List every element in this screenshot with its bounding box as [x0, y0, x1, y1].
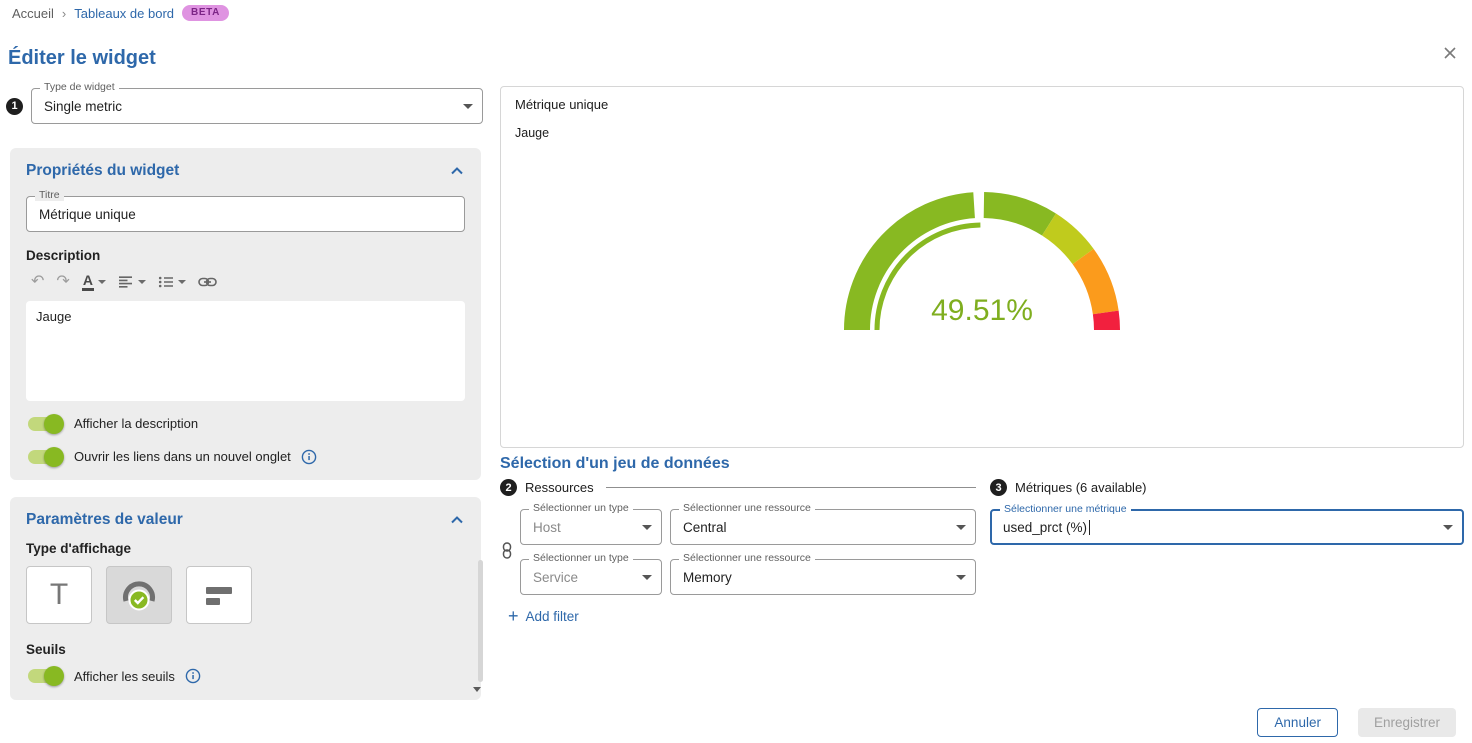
widget-preview-panel: Métrique unique Jauge 49.51% — [500, 86, 1464, 448]
add-filter-label: Add filter — [526, 609, 579, 624]
gauge-chart: 49.51% — [782, 170, 1182, 350]
chevron-down-icon — [138, 280, 146, 284]
properties-heading: Propriétés du widget — [26, 162, 179, 180]
metric-select[interactable]: Sélectionner une métrique used_prct (%) — [990, 509, 1464, 545]
widget-type-row: 1 Type de widget Single metric — [6, 88, 483, 124]
chevron-down-icon — [178, 280, 186, 284]
display-type-bar-tile[interactable] — [186, 566, 252, 624]
field-value: Service — [533, 570, 578, 585]
preview-description: Jauge — [515, 126, 1449, 140]
footer-actions: Annuler Enregistrer — [1257, 708, 1456, 737]
redo-icon[interactable]: ↷ — [51, 272, 74, 292]
display-type-text-tile[interactable]: T — [26, 566, 92, 624]
cancel-button[interactable]: Annuler — [1257, 708, 1338, 737]
display-type-options: T — [26, 566, 465, 624]
link-resources-icon[interactable] — [501, 542, 513, 559]
close-icon[interactable] — [1440, 43, 1460, 63]
description-editor[interactable]: Jauge — [26, 301, 465, 401]
resource-select-central[interactable]: Sélectionner une ressource Central — [670, 509, 976, 545]
resource-type-select-host[interactable]: Sélectionner un type Host — [520, 509, 662, 545]
chevron-down-icon — [956, 575, 966, 580]
info-icon[interactable] — [185, 668, 201, 684]
add-filter-button[interactable]: + Add filter — [508, 607, 976, 625]
field-label: Sélectionner un type — [529, 553, 633, 564]
widget-type-label: Type de widget — [40, 82, 119, 93]
breadcrumb: Accueil › Tableaux de bord BETA — [12, 5, 229, 21]
resources-label: Ressources — [525, 480, 594, 495]
field-value: Memory — [683, 570, 732, 585]
chevron-down-icon — [642, 575, 652, 580]
show-thresholds-label: Afficher les seuils — [74, 669, 175, 684]
chevron-down-icon — [463, 104, 473, 109]
plus-icon: + — [508, 607, 519, 625]
description-label: Description — [26, 248, 465, 263]
widget-properties-panel: Propriétés du widget Titre Description ↶… — [10, 148, 481, 480]
step-3-badge: 3 — [990, 479, 1007, 496]
widget-type-select[interactable]: Type de widget Single metric — [31, 88, 483, 124]
chevron-down-icon — [1443, 525, 1453, 530]
left-scrollbar-thumb[interactable] — [478, 560, 483, 682]
text-cursor — [1089, 520, 1090, 535]
breadcrumb-dashboards-link[interactable]: Tableaux de bord — [74, 6, 174, 21]
title-field-label: Titre — [35, 190, 64, 201]
value-settings-heading: Paramètres de valeur — [26, 511, 183, 529]
display-type-label: Type d'affichage — [26, 541, 465, 556]
preview-title: Métrique unique — [515, 97, 1449, 112]
metric-select-label: Sélectionner une métrique — [1000, 504, 1131, 515]
resource-row: Sélectionner un type Host Sélectionner u… — [520, 509, 976, 545]
collapse-value-settings-chevron-up-icon[interactable] — [449, 514, 465, 526]
field-value: Host — [533, 520, 561, 535]
field-value: Central — [683, 520, 727, 535]
open-links-new-tab-toggle[interactable] — [26, 447, 64, 467]
richtext-toolbar: ↶ ↷ A — [26, 271, 465, 293]
widget-editor-page: Accueil › Tableaux de bord BETA Éditer l… — [0, 0, 1472, 743]
title-input[interactable] — [39, 207, 438, 222]
chevron-down-icon — [956, 525, 966, 530]
dataset-heading: Sélection d'un jeu de données — [500, 455, 730, 473]
step-1-badge: 1 — [6, 98, 23, 115]
gauge-display-icon — [119, 577, 159, 613]
undo-icon[interactable]: ↶ — [26, 272, 49, 292]
metrics-label: Métriques (6 available) — [1015, 480, 1147, 495]
metrics-section: 3 Métriques (6 available) Sélectionner u… — [990, 479, 1464, 545]
page-title: Éditer le widget — [8, 47, 156, 70]
save-button[interactable]: Enregistrer — [1358, 708, 1456, 737]
show-description-label: Afficher la description — [74, 416, 198, 431]
widget-type-value: Single metric — [44, 99, 122, 114]
show-thresholds-toggle[interactable] — [26, 666, 64, 686]
text-color-icon[interactable]: A — [77, 271, 111, 293]
chevron-down-icon — [98, 280, 106, 284]
open-links-new-tab-label: Ouvrir les liens dans un nouvel onglet — [74, 449, 291, 464]
chevron-down-icon — [642, 525, 652, 530]
beta-badge: BETA — [182, 5, 229, 21]
scrollbar-down-arrow-icon[interactable] — [473, 687, 481, 692]
gauge-value-text: 49.51% — [931, 294, 1033, 327]
title-field[interactable]: Titre — [26, 196, 465, 232]
show-description-toggle[interactable] — [26, 414, 64, 434]
info-icon[interactable] — [301, 449, 317, 465]
resources-section: 2 Ressources Sélectionner un type Host S… — [500, 479, 976, 625]
collapse-properties-chevron-up-icon[interactable] — [449, 165, 465, 177]
align-icon[interactable] — [113, 273, 151, 291]
link-icon[interactable] — [193, 274, 222, 290]
bar-display-icon — [202, 579, 236, 611]
field-label: Sélectionner une ressource — [679, 553, 815, 564]
text-display-icon: T — [50, 578, 68, 612]
resource-select-memory[interactable]: Sélectionner une ressource Memory — [670, 559, 976, 595]
resource-type-select-service[interactable]: Sélectionner un type Service — [520, 559, 662, 595]
field-label: Sélectionner une ressource — [679, 503, 815, 514]
resources-divider — [606, 487, 976, 488]
resource-row: Sélectionner un type Service Sélectionne… — [520, 559, 976, 595]
value-settings-panel: Paramètres de valeur Type d'affichage T — [10, 497, 481, 700]
thresholds-label: Seuils — [26, 642, 465, 657]
step-2-badge: 2 — [500, 479, 517, 496]
list-icon[interactable] — [153, 273, 191, 291]
breadcrumb-separator-icon: › — [62, 6, 66, 21]
breadcrumb-home-link[interactable]: Accueil — [12, 6, 54, 21]
display-type-gauge-tile[interactable] — [106, 566, 172, 624]
field-label: Sélectionner un type — [529, 503, 633, 514]
metric-select-value: used_prct (%) — [1003, 520, 1087, 535]
